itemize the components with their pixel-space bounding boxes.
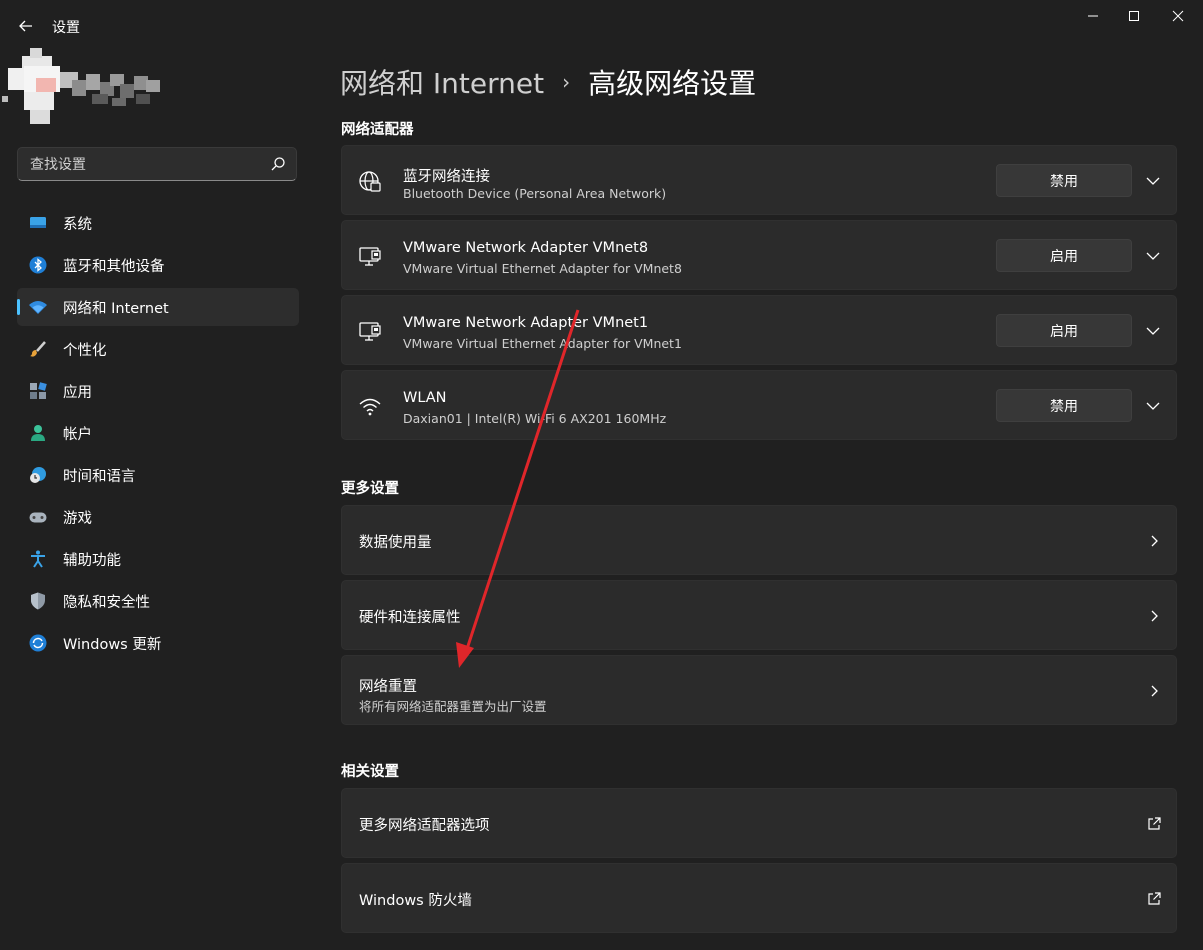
row-title: 更多网络适配器选项 xyxy=(359,818,490,834)
globe-network-icon xyxy=(358,170,382,194)
close-icon[interactable] xyxy=(1156,0,1200,32)
sidebar-item-label: 系统 xyxy=(63,216,92,233)
row-title: 网络重置 xyxy=(359,679,417,695)
back-arrow-icon[interactable] xyxy=(14,14,38,38)
chevron-right-icon xyxy=(1146,683,1162,699)
sidebar-item-apps[interactable]: 应用 xyxy=(17,372,299,410)
avatar xyxy=(0,48,175,128)
adapter-description: VMware Virtual Ethernet Adapter for VMne… xyxy=(403,261,682,276)
bluetooth-icon xyxy=(28,255,48,275)
chevron-right-icon xyxy=(1146,533,1162,549)
apps-icon xyxy=(28,381,48,401)
paintbrush-icon xyxy=(28,339,48,359)
ethernet-monitor-icon xyxy=(358,320,382,344)
external-link-icon xyxy=(1146,891,1162,907)
enable-button[interactable]: 启用 xyxy=(996,314,1132,347)
sidebar-item-personalization[interactable]: 个性化 xyxy=(17,330,299,368)
sidebar-nav: 系统 蓝牙和其他设备 网络和 Internet 个性化 应用 帐户 时间和语言 … xyxy=(17,204,299,666)
sidebar-item-label: 帐户 xyxy=(63,426,92,443)
chevron-down-icon[interactable] xyxy=(1142,248,1164,264)
row-title: Windows 防火墙 xyxy=(359,893,472,909)
adapter-card-vmnet8: VMware Network Adapter VMnet8 VMware Vir… xyxy=(341,220,1177,290)
row-title: 硬件和连接属性 xyxy=(359,610,461,626)
adapter-card-wlan: WLAN Daxian01 | Intel(R) Wi-Fi 6 AX201 1… xyxy=(341,370,1177,440)
network-reset-row[interactable]: 网络重置 将所有网络适配器重置为出厂设置 xyxy=(341,655,1177,725)
sidebar-item-accessibility[interactable]: 辅助功能 xyxy=(17,540,299,578)
sidebar-item-label: Windows 更新 xyxy=(63,636,162,653)
system-display-icon xyxy=(28,213,48,233)
disable-button[interactable]: 禁用 xyxy=(996,164,1132,197)
hardware-properties-row[interactable]: 硬件和连接属性 xyxy=(341,580,1177,650)
breadcrumb-separator: › xyxy=(562,70,571,94)
sidebar-item-label: 个性化 xyxy=(63,342,107,359)
chevron-down-icon[interactable] xyxy=(1142,173,1164,189)
wifi-network-icon xyxy=(28,297,48,317)
windows-firewall-row[interactable]: Windows 防火墙 xyxy=(341,863,1177,933)
adapter-card-bluetooth: 蓝牙网络连接 Bluetooth Device (Personal Area N… xyxy=(341,145,1177,215)
section-title-related: 相关设置 xyxy=(341,764,399,780)
sidebar-item-label: 辅助功能 xyxy=(63,552,121,569)
windows-update-icon xyxy=(28,633,48,653)
search-icon[interactable] xyxy=(270,156,286,172)
sidebar-item-accounts[interactable]: 帐户 xyxy=(17,414,299,452)
gamepad-icon xyxy=(28,507,48,527)
page-title: 高级网络设置 xyxy=(588,67,757,100)
minimize-icon[interactable] xyxy=(1071,0,1115,32)
adapter-name: 蓝牙网络连接 xyxy=(403,169,490,185)
chevron-right-icon xyxy=(1146,608,1162,624)
breadcrumb: 网络和 Internet › 高级网络设置 xyxy=(340,60,756,104)
adapter-card-vmnet1: VMware Network Adapter VMnet1 VMware Vir… xyxy=(341,295,1177,365)
maximize-icon[interactable] xyxy=(1112,0,1156,32)
ethernet-monitor-icon xyxy=(358,245,382,269)
adapter-description: Daxian01 | Intel(R) Wi-Fi 6 AX201 160MHz xyxy=(403,411,667,426)
app-title: 设置 xyxy=(52,20,80,36)
sidebar-item-privacy[interactable]: 隐私和安全性 xyxy=(17,582,299,620)
breadcrumb-parent[interactable]: 网络和 Internet xyxy=(340,62,544,102)
sidebar-item-label: 时间和语言 xyxy=(63,468,136,485)
adapter-name: VMware Network Adapter VMnet1 xyxy=(403,315,649,331)
data-usage-row[interactable]: 数据使用量 xyxy=(341,505,1177,575)
section-title-adapters: 网络适配器 xyxy=(341,122,414,138)
sidebar-item-label: 网络和 Internet xyxy=(63,300,169,317)
sidebar-item-label: 蓝牙和其他设备 xyxy=(63,258,165,275)
sidebar-item-windows-update[interactable]: Windows 更新 xyxy=(17,624,299,662)
adapter-name: WLAN xyxy=(403,390,447,406)
section-title-more: 更多设置 xyxy=(341,481,399,497)
shield-icon xyxy=(28,591,48,611)
title-bar: 设置 xyxy=(0,0,1203,50)
wifi-icon xyxy=(358,395,382,419)
account-person-icon xyxy=(28,423,48,443)
sidebar-item-bluetooth[interactable]: 蓝牙和其他设备 xyxy=(17,246,299,284)
sidebar-item-network[interactable]: 网络和 Internet xyxy=(17,288,299,326)
sidebar-item-time-language[interactable]: 时间和语言 xyxy=(17,456,299,494)
external-link-icon xyxy=(1146,816,1162,832)
sidebar-item-system[interactable]: 系统 xyxy=(17,204,299,242)
more-adapter-options-row[interactable]: 更多网络适配器选项 xyxy=(341,788,1177,858)
chevron-down-icon[interactable] xyxy=(1142,323,1164,339)
disable-button[interactable]: 禁用 xyxy=(996,389,1132,422)
clock-globe-icon xyxy=(28,465,48,485)
search-box[interactable] xyxy=(17,147,297,181)
enable-button[interactable]: 启用 xyxy=(996,239,1132,272)
accessibility-icon xyxy=(28,549,48,569)
adapter-description: Bluetooth Device (Personal Area Network) xyxy=(403,186,667,201)
sidebar-item-label: 隐私和安全性 xyxy=(63,594,150,611)
sidebar-item-gaming[interactable]: 游戏 xyxy=(17,498,299,536)
chevron-down-icon[interactable] xyxy=(1142,398,1164,414)
row-title: 数据使用量 xyxy=(359,535,432,551)
sidebar-item-label: 游戏 xyxy=(63,510,92,527)
row-description: 将所有网络适配器重置为出厂设置 xyxy=(359,699,547,714)
adapter-name: VMware Network Adapter VMnet8 xyxy=(403,240,649,256)
search-input[interactable] xyxy=(28,154,262,176)
sidebar-item-label: 应用 xyxy=(63,384,92,401)
adapter-description: VMware Virtual Ethernet Adapter for VMne… xyxy=(403,336,682,351)
